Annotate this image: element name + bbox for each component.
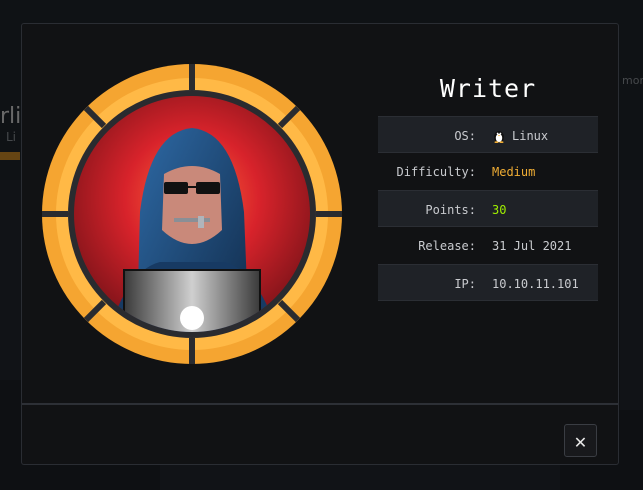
modal-divider [22, 403, 618, 405]
info-value-os: Linux [492, 129, 548, 143]
info-row-os: OS: Linux [378, 116, 598, 153]
machine-info-table: OS: Linux Difficulty: Medium Points: 30 [378, 116, 598, 301]
info-row-difficulty: Difficulty: Medium [378, 153, 598, 190]
machine-avatar-icon [42, 64, 342, 364]
info-row-ip: IP: 10.10.11.101 [378, 264, 598, 301]
info-label: Difficulty: [396, 165, 476, 179]
info-label: IP: [454, 277, 476, 291]
info-value-os-text: Linux [512, 129, 549, 143]
info-value-difficulty: Medium [492, 165, 536, 179]
info-label: OS: [454, 129, 476, 143]
info-value-ip[interactable]: 10.10.11.101 [492, 277, 579, 291]
info-label: Release: [418, 239, 476, 253]
info-value-release: 31 Jul 2021 [492, 239, 572, 253]
info-label: Points: [425, 203, 476, 217]
info-row-release: Release: 31 Jul 2021 [378, 227, 598, 264]
machine-title: Writer [439, 74, 537, 103]
machine-info-modal: Writer OS: Linux Difficulty: Medium Poin… [22, 24, 618, 464]
tux-icon [494, 131, 504, 143]
info-value-points: 30 [492, 203, 507, 217]
close-button[interactable]: ✕ [564, 424, 597, 457]
info-row-points: Points: 30 [378, 190, 598, 227]
